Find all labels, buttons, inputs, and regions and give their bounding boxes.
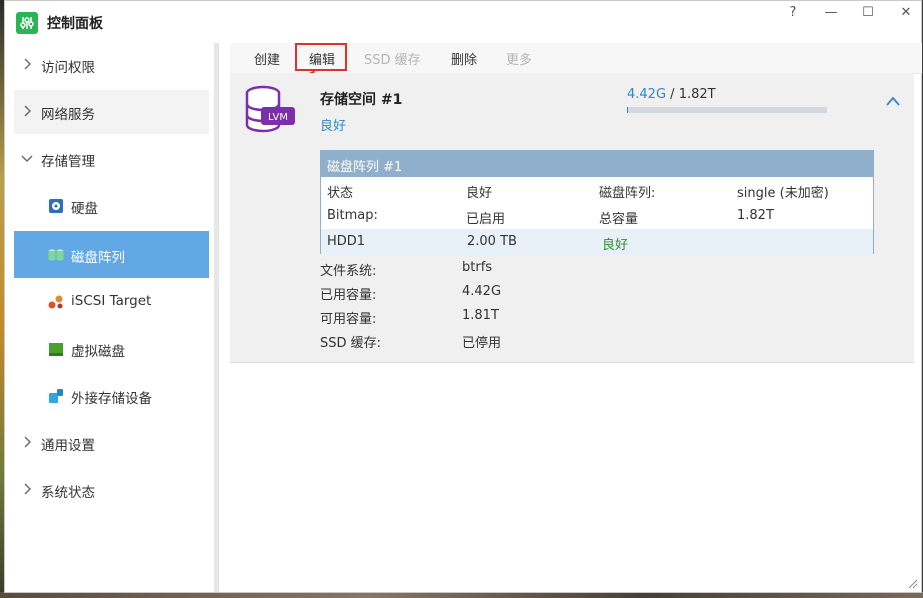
table-cell: 良好: [466, 186, 493, 201]
minimize-button[interactable]: —: [819, 5, 843, 20]
sidebar-item-label: 硬盘: [71, 201, 98, 217]
sidebar-item-label: 外接存储设备: [71, 391, 152, 407]
chevron-right-icon: [24, 105, 31, 117]
chevron-right-icon: [24, 58, 31, 70]
table-cell: Bitmap:: [327, 208, 378, 223]
ssd-cache-button[interactable]: SSD 缓存: [364, 49, 421, 68]
sidebar-item-system-status[interactable]: 系统状态: [14, 468, 209, 512]
pool-name: 存储空间 #1: [320, 92, 403, 108]
info-value: 已停用: [462, 336, 502, 351]
disk-array-title: 磁盘阵列 #1: [327, 160, 403, 175]
lvm-storage-icon: LVM: [245, 85, 295, 133]
title-bar: 控制面板 ? — ☐ ✕: [5, 1, 921, 43]
info-row-filesystem: 文件系统: btrfs: [320, 260, 492, 279]
info-row-ssd-cache: SSD 缓存: 已停用: [320, 332, 501, 351]
more-button[interactable]: 更多: [506, 49, 532, 68]
sidebar-item-label: 系统状态: [41, 485, 95, 501]
table-cell: single (未加密): [737, 186, 829, 201]
info-value: btrfs: [462, 260, 493, 275]
disk-array-table: 磁盘阵列 #1 状态 良好 磁盘阵列: single (未加密) Bitmap:…: [320, 150, 874, 255]
control-panel-window: 控制面板 ? — ☐ ✕ 访问权限 网络服务 存储管理 硬盘 磁盘阵列 iSCS…: [4, 0, 922, 593]
close-button[interactable]: ✕: [894, 5, 918, 20]
disk-size: 2.00 TB: [467, 234, 517, 249]
disk-status: 良好: [602, 238, 629, 253]
sidebar-item-access[interactable]: 访问权限: [14, 43, 209, 87]
window-title: 控制面板: [47, 16, 103, 32]
info-row-used: 已用容量: 4.42G: [320, 284, 501, 303]
sidebar-item-label: 磁盘阵列: [71, 250, 125, 266]
virtual-disk-icon: [49, 343, 63, 356]
hard-disk-icon: [49, 199, 63, 213]
disk-name: HDD1: [327, 234, 366, 249]
table-row: Bitmap: 已启用 总容量 1.82T: [321, 203, 873, 229]
info-label: SSD 缓存:: [320, 336, 382, 351]
resize-grip-icon[interactable]: [908, 579, 918, 589]
sidebar-item-label: iSCSI Target: [71, 293, 152, 309]
sidebar-item-virtual-disk[interactable]: 虚拟磁盘: [14, 327, 209, 371]
pool-status: 良好: [320, 119, 347, 134]
chevron-right-icon: [24, 436, 31, 448]
sidebar-item-general-settings[interactable]: 通用设置: [14, 421, 209, 465]
info-value: 1.81T: [462, 308, 499, 323]
capacity-bar: [627, 107, 827, 113]
maximize-button[interactable]: ☐: [856, 5, 880, 20]
capacity-separator: /: [666, 87, 679, 102]
sidebar-item-label: 虚拟磁盘: [71, 344, 125, 360]
external-storage-icon: [49, 389, 63, 403]
sidebar-item-raid[interactable]: 磁盘阵列: [14, 231, 209, 278]
info-label: 已用容量:: [320, 288, 377, 303]
table-row: 状态 良好 磁盘阵列: single (未加密): [321, 177, 873, 203]
disk-row[interactable]: HDD1 2.00 TB 良好: [321, 229, 873, 255]
sidebar-item-label: 访问权限: [41, 60, 95, 76]
table-cell: 已启用: [466, 212, 506, 227]
capacity-used: 4.42G: [627, 87, 667, 102]
chevron-right-icon: [24, 483, 31, 495]
table-cell: 磁盘阵列:: [599, 186, 656, 201]
sidebar: 访问权限 网络服务 存储管理 硬盘 磁盘阵列 iSCSI Target 虚拟磁盘…: [5, 43, 219, 592]
info-label: 文件系统:: [320, 264, 377, 279]
sidebar-divider: [214, 43, 218, 592]
sidebar-item-label: 通用设置: [41, 438, 95, 454]
lvm-badge: LVM: [268, 112, 288, 123]
create-button[interactable]: 创建: [254, 49, 280, 68]
iscsi-icon: [48, 295, 63, 309]
sidebar-item-label: 存储管理: [41, 154, 95, 170]
sidebar-item-label: 网络服务: [41, 107, 95, 123]
capacity-total: 1.82T: [678, 87, 716, 102]
control-panel-icon: [16, 12, 38, 34]
sidebar-item-disk[interactable]: 硬盘: [14, 184, 209, 228]
capacity-text: 4.42G / 1.82T: [627, 87, 716, 102]
capacity-bar-fill: [627, 107, 628, 113]
table-cell: 1.82T: [737, 208, 774, 223]
info-label: 可用容量:: [320, 312, 377, 327]
disk-array-icon: [48, 249, 64, 261]
chevron-up-icon[interactable]: [885, 95, 901, 107]
chevron-down-icon: [21, 155, 33, 162]
sidebar-item-network[interactable]: 网络服务: [14, 90, 209, 134]
info-row-available: 可用容量: 1.81T: [320, 308, 499, 327]
help-button[interactable]: ?: [781, 5, 805, 20]
info-value: 4.42G: [462, 284, 502, 299]
disk-array-header: 磁盘阵列 #1: [321, 151, 873, 177]
table-cell: 状态: [327, 186, 354, 201]
delete-button[interactable]: 删除: [451, 49, 477, 68]
table-cell: 总容量: [599, 212, 639, 227]
sidebar-item-external-storage[interactable]: 外接存储设备: [14, 374, 209, 418]
sidebar-item-storage[interactable]: 存储管理: [14, 137, 209, 181]
sidebar-item-iscsi[interactable]: iSCSI Target: [14, 280, 209, 324]
